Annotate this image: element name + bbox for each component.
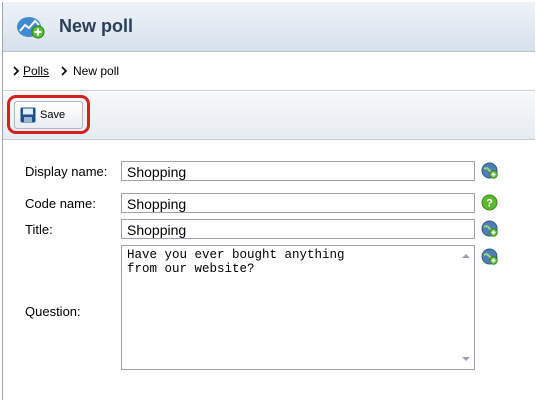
- question-textarea[interactable]: Have you ever bought anything from our w…: [121, 245, 475, 370]
- save-button[interactable]: Save: [14, 101, 83, 129]
- title-label: Title:: [25, 222, 53, 237]
- code-name-field[interactable]: Shopping: [121, 193, 475, 213]
- toolbar: Save: [3, 92, 535, 140]
- poll-form: Display name: Shopping Code name: Shoppi…: [3, 141, 535, 400]
- scroll-down-arrow-icon[interactable]: [462, 357, 470, 361]
- textarea-scrollbar[interactable]: [458, 246, 474, 369]
- page-title: New poll: [59, 16, 134, 36]
- floppy-disk-icon: [20, 107, 36, 123]
- display-name-field[interactable]: Shopping: [121, 161, 475, 181]
- breadcrumb-chevron-icon: [61, 66, 68, 76]
- breadcrumb: Polls New poll: [3, 53, 535, 91]
- scroll-up-arrow-icon[interactable]: [462, 254, 470, 258]
- breadcrumb-chevron-icon: [13, 66, 20, 76]
- localize-globe-icon[interactable]: [481, 220, 498, 237]
- poll-editor: New poll Polls New poll Save Display nam…: [2, 2, 535, 400]
- localize-globe-icon[interactable]: [481, 248, 498, 265]
- localize-globe-icon[interactable]: [481, 162, 498, 179]
- question-text: Have you ever bought anything from our w…: [127, 248, 345, 276]
- breadcrumb-current: New poll: [73, 64, 120, 78]
- code-name-label: Code name:: [25, 196, 96, 211]
- poll-chart-add-icon: [17, 17, 45, 39]
- save-button-label: Save: [40, 109, 66, 121]
- svg-text:?: ?: [486, 198, 493, 210]
- display-name-label: Display name:: [25, 164, 108, 179]
- title-field[interactable]: Shopping: [121, 219, 475, 239]
- question-label: Question:: [25, 304, 81, 319]
- breadcrumb-link-polls[interactable]: Polls: [23, 64, 49, 78]
- help-icon[interactable]: ?: [481, 194, 498, 211]
- page-header: New poll: [3, 2, 535, 52]
